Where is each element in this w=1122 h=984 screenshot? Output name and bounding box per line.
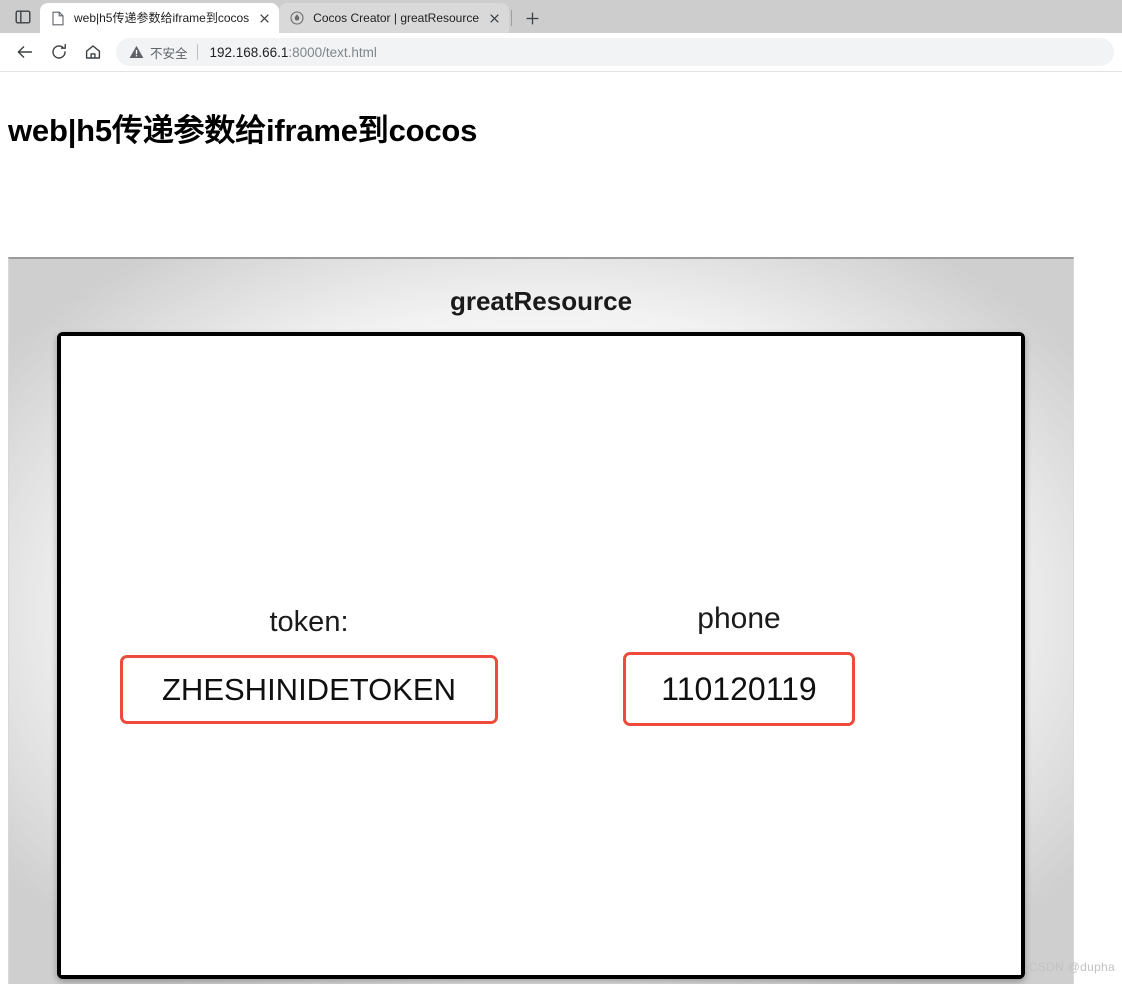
browser-tab-active[interactable]: web|h5传递参数给iframe到cocos [40, 3, 280, 33]
tab-divider [511, 10, 513, 26]
url-path: :8000/text.html [288, 44, 377, 60]
watermark: CSDN @dupha [1028, 960, 1115, 974]
browser-tab-inactive[interactable]: Cocos Creator | greatResource [279, 3, 510, 33]
document-icon [50, 10, 66, 26]
embedded-iframe: greatResource token: ZHESHINIDETOKEN pho… [8, 257, 1074, 984]
warning-triangle-icon [128, 44, 144, 60]
game-canvas[interactable]: token: ZHESHINIDETOKEN phone 110120119 [61, 336, 1021, 975]
home-icon[interactable] [76, 35, 110, 69]
url-text: 192.168.66.1:8000/text.html [210, 45, 377, 60]
cocos-game-page: greatResource token: ZHESHINIDETOKEN pho… [9, 259, 1073, 984]
close-icon[interactable] [485, 9, 503, 27]
back-arrow-icon[interactable] [8, 35, 42, 69]
game-frame: token: ZHESHINIDETOKEN phone 110120119 [57, 332, 1025, 979]
token-field-group: token: ZHESHINIDETOKEN [89, 608, 529, 724]
page-viewport: web|h5传递参数给iframe到cocos greatResource to… [0, 72, 1122, 984]
token-value: ZHESHINIDETOKEN [162, 672, 456, 707]
tab-title: web|h5传递参数给iframe到cocos [74, 11, 250, 25]
cocos-logo-icon [289, 10, 305, 26]
token-label: token: [269, 606, 349, 638]
phone-field-group: phone 110120119 [539, 604, 939, 726]
security-status-text: 不安全 [150, 46, 188, 61]
phone-value-box: 110120119 [623, 652, 855, 726]
reload-icon[interactable] [42, 35, 76, 69]
tab-strip: web|h5传递参数给iframe到cocos Cocos Creator | … [0, 0, 1122, 33]
close-icon[interactable] [255, 9, 273, 27]
phone-value: 110120119 [661, 671, 817, 707]
tab-title: Cocos Creator | greatResource [313, 11, 480, 25]
browser-toolbar: 不安全 192.168.66.1:8000/text.html [0, 33, 1122, 72]
new-tab-button[interactable] [518, 4, 546, 32]
address-bar[interactable]: 不安全 192.168.66.1:8000/text.html [116, 38, 1114, 66]
game-title: greatResource [449, 286, 633, 316]
url-host: 192.168.66.1 [209, 44, 289, 60]
page-title: web|h5传递参数给iframe到cocos [8, 113, 478, 148]
phone-label: phone [697, 602, 781, 635]
token-value-box: ZHESHINIDETOKEN [120, 655, 498, 724]
omnibox-divider [196, 44, 198, 60]
browser-window: web|h5传递参数给iframe到cocos Cocos Creator | … [0, 0, 1122, 984]
tab-list-icon[interactable] [6, 2, 40, 32]
